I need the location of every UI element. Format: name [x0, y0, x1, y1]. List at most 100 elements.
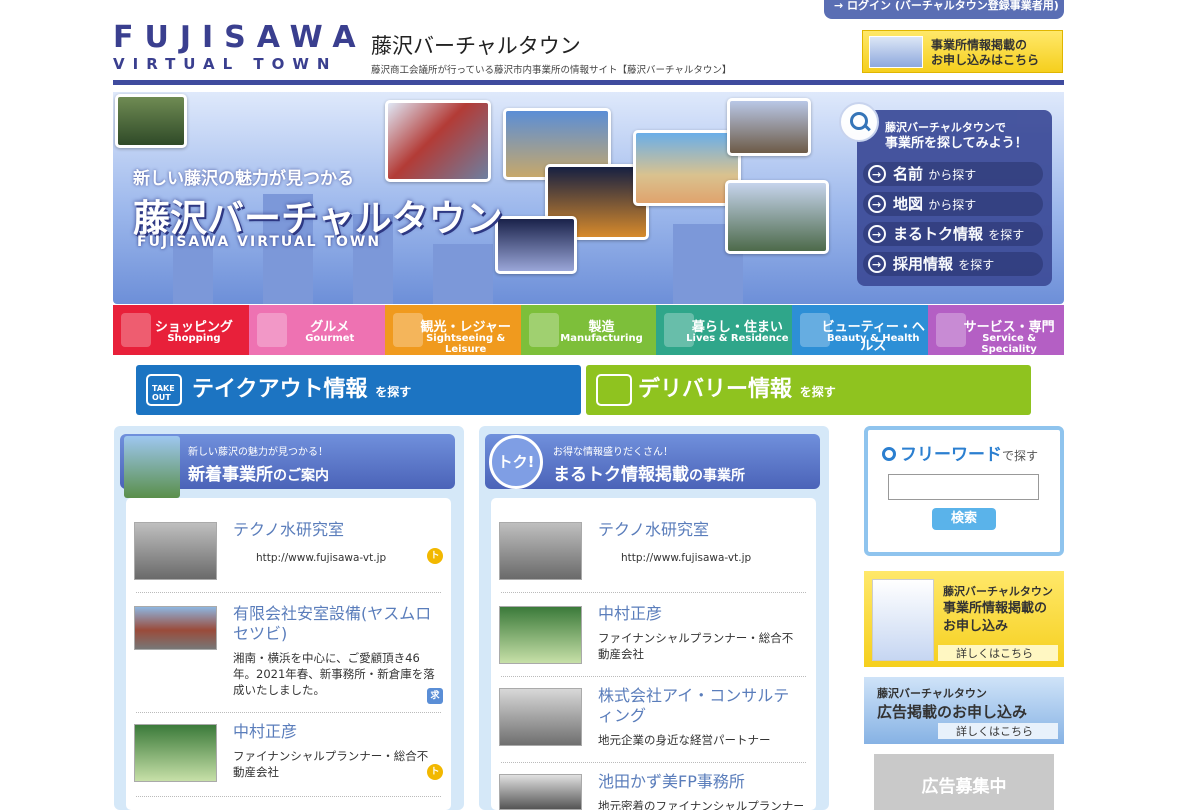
apply-banner-text: 事業所情報掲載の お申し込みはこちら [931, 38, 1039, 68]
search-item-suffix: を探す [988, 228, 1025, 242]
business-description: ファイナンシャルプランナー・総合不動産会社 [598, 631, 794, 661]
new-arrivals-subtitle: 新しい藤沢の魅力が見つかる！ [188, 447, 328, 458]
banner-apply-line-3: お申し込み [943, 619, 1009, 634]
search-recruit-button[interactable]: 採用情報 を探す [863, 252, 1043, 277]
apply-listing-banner[interactable]: 藤沢バーチャルタウン 事業所情報掲載の お申し込み 詳しくはこちら [864, 571, 1064, 667]
category-beauty-health[interactable]: ビューティー・ヘルス Beauty & Health [792, 305, 929, 355]
hero-photo-illumination [495, 216, 577, 274]
search-item-suffix: から探す [928, 168, 977, 182]
freeword-title-suffix: で探す [1002, 449, 1039, 463]
business-thumbnail [134, 522, 217, 580]
arrow-circle-icon [868, 163, 886, 187]
site-thumbnail-image [872, 579, 934, 661]
search-item-main: 採用情報 [893, 255, 954, 273]
freeword-input[interactable] [888, 474, 1039, 500]
search-button[interactable]: 検索 [932, 508, 996, 530]
banner-apply-line-2: 事業所情報掲載の [943, 601, 1048, 616]
search-by-map-button[interactable]: 地図 から探す [863, 192, 1043, 217]
apply-line-2: お申し込みはこちら [931, 53, 1040, 67]
logo-sub-text: VIRTUAL TOWN [113, 55, 338, 73]
business-thumbnail [499, 688, 582, 746]
business-name-link[interactable]: テクノ水研究室 [598, 520, 803, 540]
city-silhouette [433, 244, 493, 304]
takeout-bag-icon: TAKE OUT [146, 374, 182, 406]
panel-heading-line-1: 藤沢バーチャルタウンで [885, 121, 1006, 134]
banner-apply-more-link[interactable]: 詳しくはこちら [938, 645, 1058, 661]
new-arrivals-header: 新しい藤沢の魅力が見つかる！ 新着事業所のご案内 [120, 434, 455, 498]
login-link[interactable]: → ログイン (バーチャルタウン登録事業者用) [824, 0, 1064, 19]
magnifier-icon [839, 102, 879, 142]
hero-photo-enoden-train [725, 180, 829, 254]
takeout-badge-text: TAKE OUT [152, 384, 175, 402]
delivery-search-button[interactable]: デリバリー情報 を探す [586, 365, 1031, 415]
category-label-en: Service & Speciality [981, 333, 1037, 355]
category-shopping[interactable]: ショッピング Shopping [113, 305, 249, 355]
freeword-title: フリーワードで探す [882, 440, 1038, 465]
business-thumbnail [134, 606, 217, 650]
panel-heading-line-2: 事業所を探してみよう！ [885, 136, 1028, 151]
toku-badge-icon: トク! [489, 435, 543, 489]
ad-listing-banner[interactable]: 藤沢バーチャルタウン 広告掲載のお申し込み 詳しくはこちら [864, 677, 1064, 744]
search-item-suffix: を探す [958, 258, 995, 272]
divider [136, 796, 441, 797]
banner-ad-more-link[interactable]: 詳しくはこちら [938, 723, 1058, 739]
business-description: 地元企業の身近な経営パートナー [598, 733, 771, 747]
business-name-link[interactable]: テクノ水研究室 [233, 520, 438, 540]
building-illustration-icon [124, 436, 180, 498]
business-name-link[interactable]: 池田かず美FP事務所 [598, 772, 803, 792]
freeword-search-box: フリーワードで探す 検索 [864, 426, 1064, 556]
business-thumbnail [499, 606, 582, 664]
search-by-name-button[interactable]: 名前 から探す [863, 162, 1043, 187]
new-arrivals-title: 新着事業所のご案内 [188, 460, 329, 485]
category-gourmet[interactable]: グルメ Gourmet [248, 305, 385, 355]
arrow-circle-icon [868, 253, 886, 277]
category-manufacturing[interactable]: 製造 Manufacturing [520, 305, 657, 355]
delivery-truck-icon [596, 374, 632, 406]
business-name-link[interactable]: 中村正彦 [233, 722, 438, 742]
category-residence[interactable]: 暮らし・住まい Lives & Residence [656, 305, 793, 355]
business-description: 湘南・横浜を中心に、ご愛顧頂き46年。2021年春、新事務所・新倉庫を落成いたし… [233, 651, 435, 697]
search-marutoku-button[interactable]: まるトク情報 を探す [863, 222, 1043, 247]
category-sightseeing[interactable]: 観光・レジャー Sightseeing & Leisure [384, 305, 521, 355]
divider [501, 592, 806, 593]
arrow-circle-icon [868, 193, 886, 217]
marutoku-header: トク! お得な情報盛りだくさん！ まるトク情報掲載の事業所 [485, 434, 820, 489]
site-thumbnail-image [869, 36, 923, 68]
new-arrivals-section: 新しい藤沢の魅力が見つかる！ 新着事業所のご案内 テクノ水研究室 http://… [114, 426, 464, 810]
search-item-main: 名前 [893, 165, 924, 183]
marutoku-tag-icon: トク [427, 548, 443, 577]
hero-photo-shrine [727, 98, 811, 156]
takeout-search-button[interactable]: TAKE OUT テイクアウト情報 を探す [136, 365, 581, 415]
marutoku-title-main: まるトク情報掲載 [553, 465, 689, 485]
apply-line-1: 事業所情報掲載の [931, 38, 1028, 52]
hero-banner: 新しい藤沢の魅力が見つかる 藤沢バーチャルタウン FUJISAWA VIRTUA… [113, 92, 1064, 304]
site-logo[interactable]: FUJISAWA VIRTUAL TOWN [113, 20, 367, 74]
hero-catchphrase: 新しい藤沢の魅力が見つかる [133, 169, 354, 189]
search-item-main: まるトク情報 [893, 225, 984, 243]
divider [501, 762, 806, 763]
category-service[interactable]: サービス・専門 Service & Speciality [928, 305, 1065, 355]
business-name-link[interactable]: 有限会社安室設備(ヤスムロセツビ) [233, 604, 438, 644]
business-name-link[interactable]: 株式会社アイ・コンサルティング [598, 686, 803, 726]
business-name-link[interactable]: 中村正彦 [598, 604, 803, 624]
ad-space-placeholder[interactable]: 広告募集中 [874, 754, 1054, 810]
marutoku-list: テクノ水研究室 http://www.fujisawa-vt.jp 中村正彦 フ… [491, 498, 816, 810]
recruit-tag-icon: 求 [427, 688, 443, 704]
new-arrivals-title-suffix: のご案内 [273, 468, 329, 484]
banner-ad-line-2: 広告掲載のお申し込み [877, 703, 1028, 721]
freeword-title-main: フリーワード [900, 445, 1002, 465]
search-icon [882, 447, 896, 461]
takeout-label: テイクアウト情報 [192, 377, 368, 402]
category-label-en: Gourmet [305, 333, 355, 344]
hero-title-en: FUJISAWA VIRTUAL TOWN [137, 234, 382, 250]
site-title: 藤沢バーチャルタウン [371, 34, 581, 58]
business-thumbnail [499, 522, 582, 580]
apply-listing-banner-top[interactable]: 事業所情報掲載の お申し込みはこちら [862, 30, 1063, 73]
divider [136, 592, 441, 593]
banner-ad-line-1: 藤沢バーチャルタウン [877, 687, 987, 700]
business-thumbnail [134, 724, 217, 782]
logo-main-text: FUJISAWA [113, 20, 367, 55]
divider [501, 676, 806, 677]
business-description: 地元密着のファイナンシャルプランナー [598, 799, 803, 810]
category-label-en: Beauty & Health [826, 333, 920, 344]
